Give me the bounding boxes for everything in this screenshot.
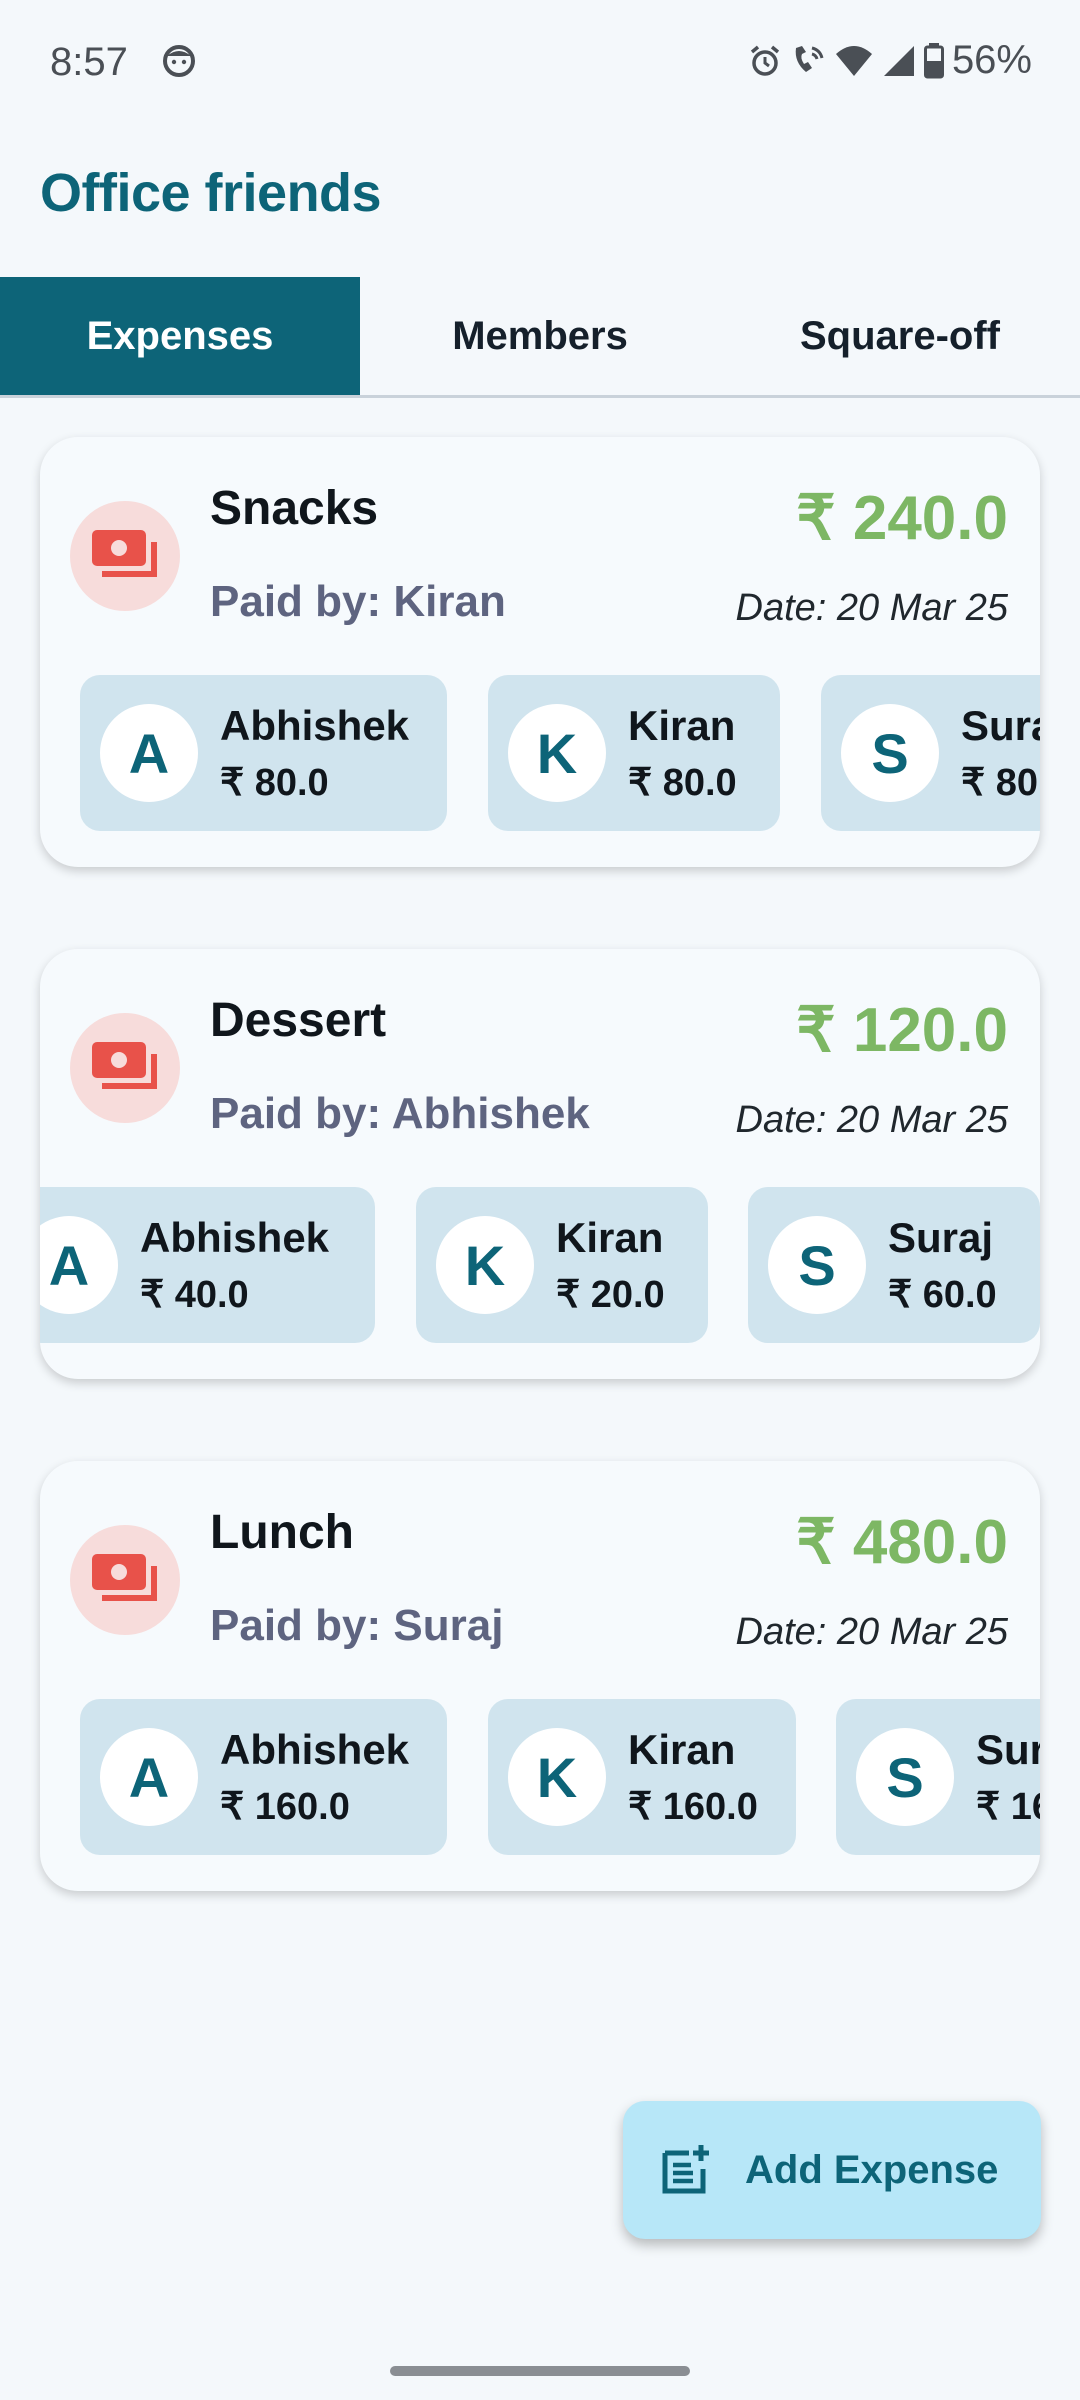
wifi-call-icon bbox=[795, 45, 824, 72]
cash-icon bbox=[92, 530, 157, 577]
avatar: S bbox=[841, 704, 939, 802]
alarm-icon bbox=[750, 45, 780, 76]
avatar: S bbox=[856, 1728, 954, 1826]
expense-paid-by: Paid by: Abhishek bbox=[210, 1089, 590, 1138]
share-member-name: Suraj bbox=[888, 1213, 994, 1261]
expense-paid-by: Paid by: Kiran bbox=[210, 577, 506, 626]
expense-date: Date: 20 Mar 25 bbox=[735, 1611, 1008, 1653]
expense-card[interactable]: Lunch Paid by: Suraj ₹ 480.0 Date: 20 Ma… bbox=[40, 1461, 1040, 1891]
share-chip[interactable]: K Kiran ₹ 160.0 bbox=[488, 1699, 796, 1855]
cash-icon bbox=[92, 1554, 157, 1601]
expense-amount: ₹ 480.0 bbox=[796, 1508, 1008, 1577]
share-chip[interactable]: K Kiran ₹ 20.0 bbox=[416, 1187, 708, 1343]
share-member-name: Kiran bbox=[556, 1213, 664, 1261]
status-icons: 56% bbox=[748, 38, 1032, 83]
tab-square-off[interactable]: Square-off bbox=[720, 277, 1080, 395]
app-notification-icon bbox=[163, 45, 195, 77]
share-amount: ₹ 160.0 bbox=[220, 1785, 350, 1828]
expense-date: Date: 20 Mar 25 bbox=[735, 1099, 1008, 1141]
expense-card[interactable]: Dessert Paid by: Abhishek ₹ 120.0 Date: … bbox=[40, 949, 1040, 1379]
share-member-name: Suraj bbox=[976, 1725, 1040, 1773]
share-member-name: Suraj bbox=[961, 701, 1040, 749]
share-amount: ₹ 40.0 bbox=[140, 1273, 249, 1316]
share-member-name: Abhishek bbox=[140, 1213, 330, 1261]
share-list[interactable]: A Abhishek ₹ 80.0 K Kiran ₹ 80.0 S Suraj… bbox=[40, 675, 1040, 831]
avatar: K bbox=[436, 1216, 534, 1314]
share-amount: ₹ 80.0 bbox=[961, 761, 1040, 804]
share-list[interactable]: A Abhishek ₹ 40.0 K Kiran ₹ 20.0 S Suraj… bbox=[40, 1187, 1040, 1343]
share-member-name: Abhishek bbox=[220, 701, 410, 749]
avatar: A bbox=[100, 704, 198, 802]
share-chip[interactable]: S Suraj ₹ 80.0 bbox=[821, 675, 1040, 831]
expense-category-icon-wrap bbox=[70, 1013, 180, 1123]
share-chip[interactable]: S Suraj ₹ 160.0 bbox=[836, 1699, 1040, 1855]
share-chip[interactable]: A Abhishek ₹ 80.0 bbox=[80, 675, 447, 831]
status-time: 8:57 bbox=[50, 40, 128, 84]
expense-name: Dessert bbox=[210, 994, 387, 1047]
signal-icon bbox=[883, 45, 914, 76]
avatar: K bbox=[508, 1728, 606, 1826]
cash-icon bbox=[92, 1042, 157, 1089]
home-indicator[interactable] bbox=[390, 2366, 690, 2376]
share-member-name: Abhishek bbox=[220, 1725, 410, 1773]
expense-card[interactable]: Snacks Paid by: Kiran ₹ 240.0 Date: 20 M… bbox=[40, 437, 1040, 867]
expense-category-icon-wrap bbox=[70, 1525, 180, 1635]
avatar: K bbox=[508, 704, 606, 802]
battery-percent: 56% bbox=[951, 38, 1032, 82]
status-bar: 8:57 56% bbox=[0, 0, 1080, 130]
avatar: S bbox=[768, 1216, 866, 1314]
share-amount: ₹ 60.0 bbox=[888, 1273, 997, 1316]
share-member-name: Kiran bbox=[628, 701, 736, 749]
expense-name: Snacks bbox=[210, 482, 379, 535]
expense-paid-by: Paid by: Suraj bbox=[210, 1601, 504, 1650]
expense-amount: ₹ 240.0 bbox=[796, 484, 1008, 553]
share-amount: ₹ 160.0 bbox=[628, 1785, 758, 1828]
share-amount: ₹ 160.0 bbox=[976, 1785, 1040, 1828]
share-amount: ₹ 80.0 bbox=[628, 761, 737, 804]
tab-bar: Expenses Members Square-off bbox=[0, 277, 1080, 398]
avatar: A bbox=[40, 1216, 118, 1314]
share-member-name: Kiran bbox=[628, 1725, 736, 1773]
add-note-icon bbox=[662, 2145, 709, 2194]
tab-members[interactable]: Members bbox=[360, 277, 720, 395]
share-chip[interactable]: A Abhishek ₹ 40.0 bbox=[40, 1187, 375, 1343]
share-amount: ₹ 20.0 bbox=[556, 1273, 665, 1316]
share-chip[interactable]: S Suraj ₹ 60.0 bbox=[748, 1187, 1040, 1343]
expense-date: Date: 20 Mar 25 bbox=[735, 587, 1008, 629]
expense-amount: ₹ 120.0 bbox=[796, 996, 1008, 1065]
tab-expenses[interactable]: Expenses bbox=[0, 277, 360, 395]
share-chip[interactable]: K Kiran ₹ 80.0 bbox=[488, 675, 780, 831]
battery-icon bbox=[923, 42, 944, 78]
add-expense-label: Add Expense bbox=[745, 2147, 999, 2192]
share-list[interactable]: A Abhishek ₹ 160.0 K Kiran ₹ 160.0 S Sur… bbox=[40, 1699, 1040, 1855]
page-title: Office friends bbox=[40, 163, 382, 223]
add-expense-button[interactable]: Add Expense bbox=[623, 2101, 1041, 2239]
avatar: A bbox=[100, 1728, 198, 1826]
expense-category-icon-wrap bbox=[70, 501, 180, 611]
wifi-icon bbox=[835, 45, 872, 76]
share-chip[interactable]: A Abhishek ₹ 160.0 bbox=[80, 1699, 447, 1855]
share-amount: ₹ 80.0 bbox=[220, 761, 329, 804]
expense-name: Lunch bbox=[210, 1506, 354, 1559]
